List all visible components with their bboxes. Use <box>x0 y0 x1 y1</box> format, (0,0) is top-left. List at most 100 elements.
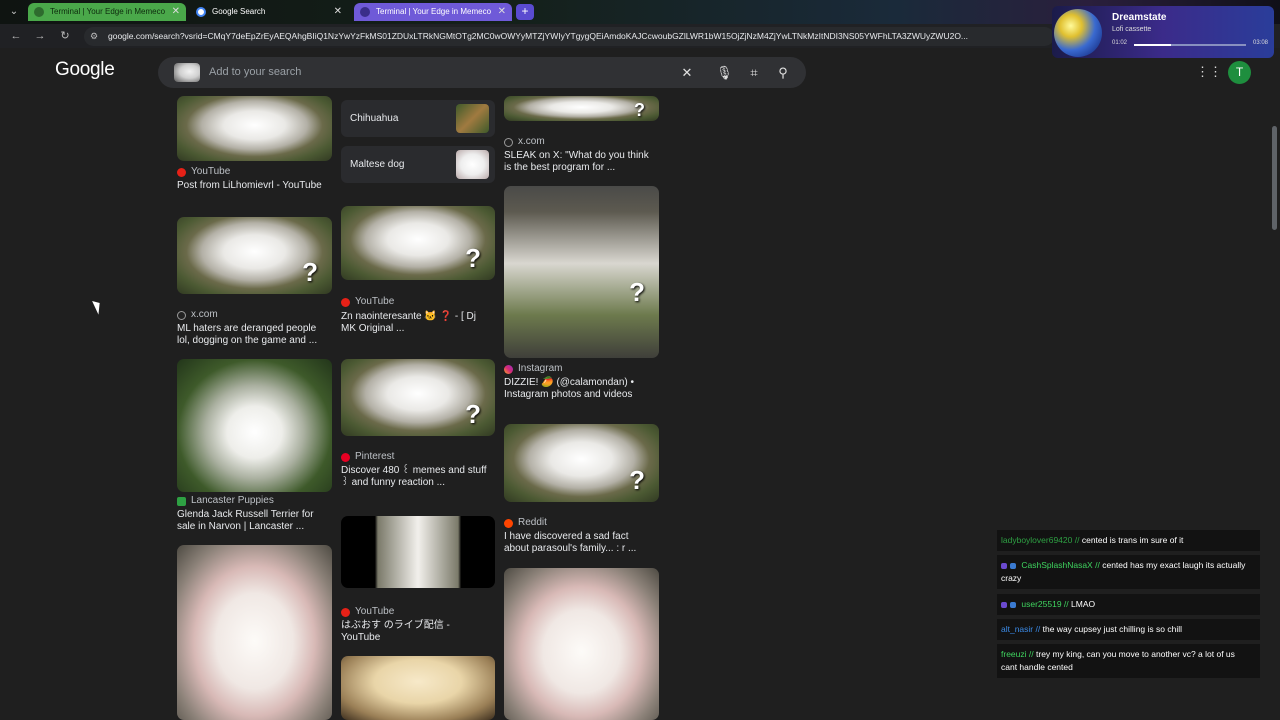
result-title[interactable]: DIZZIE! 🥭 (@calamondan) • Instagram photo… <box>504 377 634 401</box>
question-mark-overlay: ? <box>302 257 318 287</box>
badge-icon <box>1010 601 1016 608</box>
result-image[interactable]: ? <box>504 424 659 502</box>
chat-message: user25519 // LMAO <box>997 594 1260 615</box>
back-icon[interactable]: ← <box>8 28 24 44</box>
related-search-maltese[interactable]: Maltese dog <box>341 146 495 183</box>
google-logo[interactable]: Google <box>55 59 115 81</box>
media-player-widget[interactable]: Dreamstate Lofi cassette 01:02 03:08 <box>1052 6 1274 58</box>
related-thumbnail <box>456 104 489 133</box>
related-thumbnail <box>456 150 489 179</box>
terminal-favicon-icon <box>34 7 44 17</box>
chat-message: ladyboylover69420 // cented is trans im … <box>997 530 1260 551</box>
result-title[interactable]: Glenda Jack Russell Terrier for sale in N… <box>177 509 314 533</box>
result-title[interactable]: SLEAK on X: "What do you think is the bes… <box>504 150 649 174</box>
chat-text: LMAO <box>1071 599 1096 609</box>
tab-terminal-1[interactable]: Terminal | Your Edge in Memeco ✕ <box>28 3 186 21</box>
result-image[interactable]: ? <box>504 96 659 121</box>
related-search-chihuahua[interactable]: Chihuahua <box>341 100 495 137</box>
chat-text: trey my king, can you move to another vc… <box>1036 649 1235 659</box>
result-title[interactable]: ML haters are deranged people lol, doggin… <box>177 323 317 347</box>
chat-username: CashSplashNasaX <box>1021 560 1093 570</box>
question-mark-overlay: ? <box>629 465 645 495</box>
result-image[interactable] <box>341 516 495 588</box>
result-image[interactable] <box>341 656 495 720</box>
result-source[interactable]: YouTube <box>341 606 394 617</box>
chat-message: CashSplashNasaX // cented has my exact l… <box>997 555 1260 589</box>
lens-icon[interactable]: ⌗ <box>746 65 762 81</box>
search-input[interactable]: Add to your search <box>209 57 301 88</box>
chat-text: cented has my exact laugh its actually <box>1102 560 1246 570</box>
x-logo-icon <box>177 311 186 320</box>
close-tab-icon[interactable]: ✕ <box>172 3 180 21</box>
result-image[interactable]: ? <box>341 359 495 436</box>
question-mark-overlay: ? <box>465 243 481 273</box>
related-search-label: Maltese dog <box>350 159 405 170</box>
tab-label: Google Search <box>212 7 266 16</box>
chat-text: the way cupsey just chilling is so chill <box>1042 624 1182 634</box>
result-title[interactable]: はぶおす のライブ配信 - YouTube <box>341 620 450 644</box>
result-image[interactable] <box>504 568 659 720</box>
forward-icon[interactable]: → <box>32 28 48 44</box>
result-title[interactable]: Zn naointeresante 🐱 ❓ - [ Dj MK Original … <box>341 311 476 335</box>
result-source[interactable]: Pinterest <box>341 451 394 462</box>
result-image[interactable]: ? <box>504 186 659 358</box>
question-mark-overlay: ? <box>629 277 645 307</box>
result-source[interactable]: x.com <box>504 136 545 147</box>
page-scrollbar[interactable] <box>1272 126 1277 230</box>
tab-terminal-2[interactable]: Terminal | Your Edge in Memeco ✕ <box>354 3 512 21</box>
pinterest-icon <box>341 453 350 462</box>
avatar[interactable]: T <box>1228 61 1251 84</box>
result-source[interactable]: Lancaster Puppies <box>177 495 274 506</box>
tab-label: Terminal | Your Edge in Memeco <box>376 7 492 16</box>
result-image[interactable]: ? <box>177 217 332 294</box>
progress-bar[interactable] <box>1134 44 1246 46</box>
result-source[interactable]: YouTube <box>177 166 230 177</box>
result-source[interactable]: Reddit <box>504 517 547 528</box>
youtube-icon <box>177 168 186 177</box>
chat-message: alt_nasir // the way cupsey just chillin… <box>997 619 1260 640</box>
chat-username: ladyboylover69420 <box>1001 535 1073 545</box>
search-image-thumbnail[interactable] <box>174 63 200 82</box>
chat-message: freeuzi // trey my king, can you move to… <box>997 644 1260 678</box>
chat-username: freeuzi <box>1001 649 1027 659</box>
reload-icon[interactable]: ↻ <box>57 28 73 44</box>
result-image[interactable] <box>177 545 332 720</box>
badge-icon <box>1001 562 1007 569</box>
address-bar[interactable]: ⚙ google.com/search?vsrid=CMqY7deEpZrEyA… <box>84 27 1054 46</box>
badge-icon <box>1001 601 1007 608</box>
search-box[interactable]: Add to your search ✕ 🎙 ⌗ ⚲ <box>158 57 806 88</box>
url-text[interactable]: google.com/search?vsrid=CMqY7deEpZrEyAEQ… <box>108 27 1038 46</box>
clear-icon[interactable]: ✕ <box>679 65 695 81</box>
elapsed-time: 01:02 <box>1112 40 1128 46</box>
tab-search-menu-icon[interactable]: ⌄ <box>6 4 22 20</box>
result-image[interactable] <box>177 359 332 492</box>
close-tab-icon[interactable]: ✕ <box>498 3 506 21</box>
terminal-favicon-icon <box>360 7 370 17</box>
youtube-icon <box>341 608 350 617</box>
chat-username: alt_nasir <box>1001 624 1034 634</box>
total-time: 03:08 <box>1252 40 1268 46</box>
apps-grid-icon[interactable]: ⋮⋮ <box>1196 64 1222 80</box>
result-source[interactable]: YouTube <box>341 296 394 307</box>
result-source[interactable]: Instagram <box>504 363 562 374</box>
result-image[interactable]: ? <box>341 206 495 280</box>
new-tab-button[interactable]: + <box>516 4 534 20</box>
result-title[interactable]: I have discovered a sad fact about paraso… <box>504 531 636 555</box>
close-tab-icon[interactable]: ✕ <box>334 3 342 21</box>
tab-label: Terminal | Your Edge in Memeco <box>50 7 166 16</box>
mouse-cursor <box>92 298 104 315</box>
result-title[interactable]: Discover 480 ꒰ memes and stuff ꒱ and funn… <box>341 465 486 489</box>
youtube-icon <box>341 298 350 307</box>
site-settings-icon[interactable]: ⚙ <box>90 30 102 42</box>
badge-icon <box>1010 562 1016 569</box>
album-art <box>1054 9 1102 57</box>
tab-google-search[interactable]: Google Search ✕ <box>190 3 348 21</box>
result-image[interactable] <box>177 96 332 161</box>
track-title: Dreamstate <box>1112 12 1167 23</box>
question-mark-overlay: ? <box>634 100 645 120</box>
result-source[interactable]: x.com <box>177 309 218 320</box>
microphone-icon[interactable]: 🎙 <box>716 65 733 81</box>
search-icon[interactable]: ⚲ <box>775 65 791 81</box>
result-title[interactable]: Post from LiLhomievrl - YouTube <box>177 180 322 192</box>
reddit-icon <box>504 519 513 528</box>
